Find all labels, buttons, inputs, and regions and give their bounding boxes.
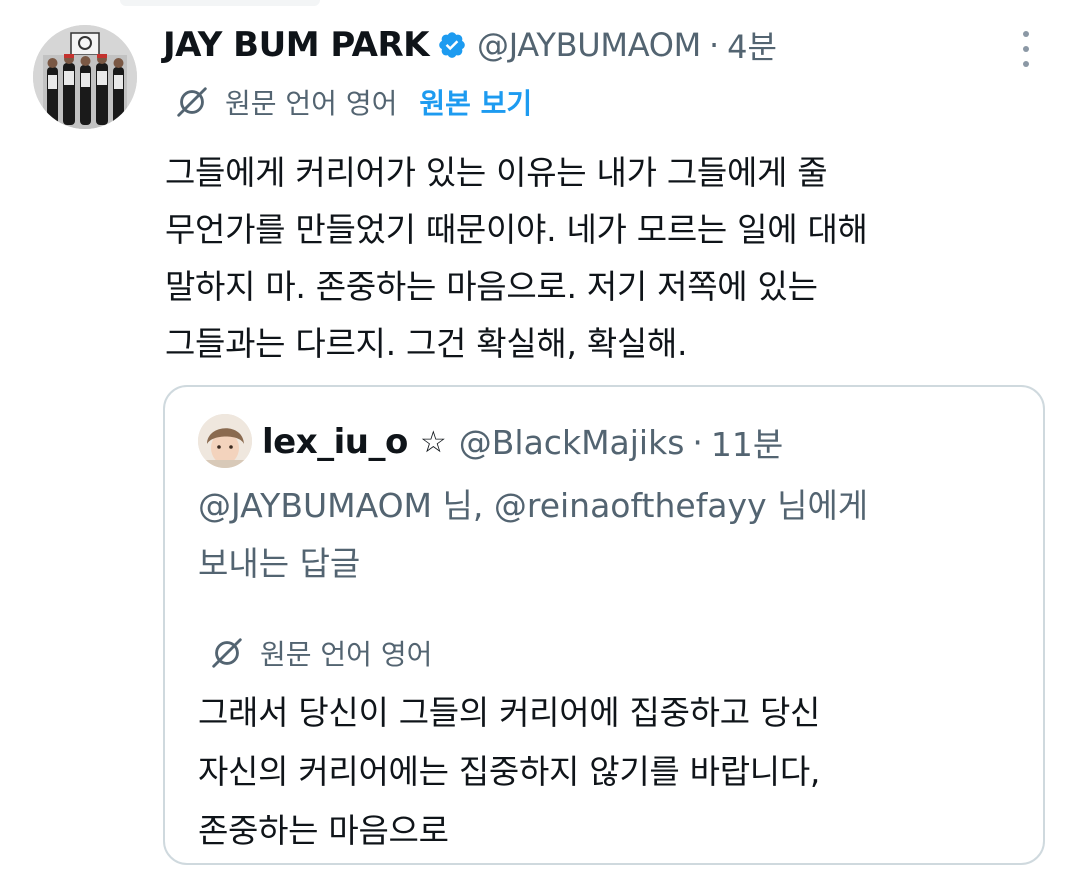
tweet-text-line: 그들과는 다르지. 그건 확실해, 확실해. [165,324,688,363]
separator-dot: · [692,422,703,462]
author-handle[interactable]: @JAYBUMAOM [477,26,701,64]
quoted-text-line: 자신의 커리어에는 집중하지 않기를 바랍니다, [198,752,821,791]
quoted-translation-notice: 원문 언어 영어 [208,631,432,675]
translation-source-label: 원문 언어 영어 [225,87,398,120]
more-options-icon[interactable] [1012,31,1040,67]
replying-to-line: 보내는 답글 [198,544,361,583]
avatar-image [33,25,137,129]
tweet-text-line: 말하지 마. 존중하는 마음으로. 저기 저쪽에 있는 [165,267,818,306]
show-original-link[interactable]: 원본 보기 [419,82,532,122]
quoted-text-line: 그래서 당신이 그들의 커리어에 집중하고 당신 [198,693,821,732]
translate-icon [212,638,242,668]
tweet-timestamp[interactable]: 4분 [727,22,777,68]
tweet-text: 그들에게 커리어가 있는 이유는 내가 그들에게 줄 무언가를 만들었기 때문이… [165,144,1015,372]
separator-dot: · [708,26,720,64]
quoted-translation-label: 원문 언어 영어 [260,638,433,671]
translate-icon [177,87,207,117]
quoted-tweet-text: 그래서 당신이 그들의 커리어에 집중하고 당신 자신의 커리어에는 집중하지 … [198,683,1018,860]
quoted-author-avatar [198,414,252,468]
author-avatar[interactable] [33,25,137,129]
author-name[interactable]: JAY BUM PARK [163,25,430,65]
quoted-tweet[interactable]: lex_iu_o ☆ @BlackMajiks · 11분 @JAYBUMAOM… [163,385,1045,865]
tweet-header: JAY BUM PARK @JAYBUMAOM · 4분 [163,20,1020,70]
quoted-avatar-image [198,414,252,468]
tweet-text-line: 무언가를 만들었기 때문이야. 네가 모르는 일에 대해 [165,210,868,249]
quoted-author-handle[interactable]: @BlackMajiks [459,423,685,462]
replying-to: @JAYBUMAOM 님, @reinaofthefayy 님에게 보내는 답글 [198,477,1018,593]
quoted-text-line: 존중하는 마음으로 [198,811,449,850]
replying-to-line: @JAYBUMAOM 님, @reinaofthefayy 님에게 [198,486,869,525]
translation-notice: 원문 언어 영어 원본 보기 [173,80,532,124]
verified-badge-icon [439,32,465,58]
quoted-timestamp[interactable]: 11분 [711,418,783,466]
star-icon: ☆ [419,424,447,460]
previous-content-edge [120,0,320,6]
more-dot [1023,46,1029,52]
more-dot [1023,31,1029,37]
quoted-header: lex_iu_o ☆ @BlackMajiks · 11분 [262,415,783,469]
quoted-author-name[interactable]: lex_iu_o [262,422,408,462]
more-dot [1023,61,1029,67]
tweet-text-line: 그들에게 커리어가 있는 이유는 내가 그들에게 줄 [165,153,828,192]
